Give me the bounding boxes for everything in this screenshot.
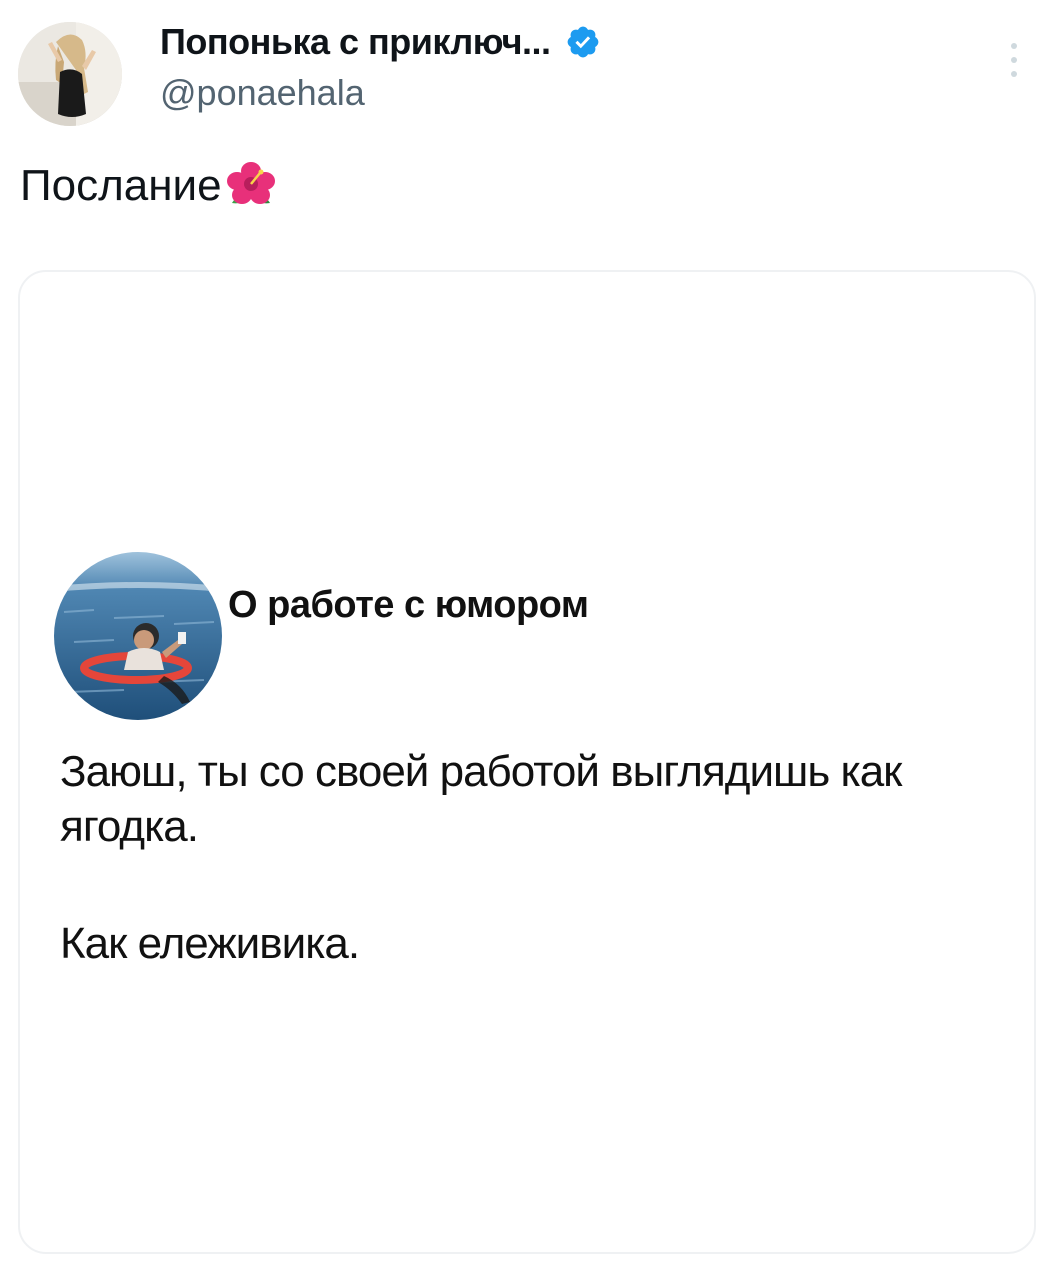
author-display-name[interactable]: Попонька с приключ...: [160, 21, 551, 63]
inner-post-body: Заюш, ты со своей работой выглядишь как …: [60, 744, 1020, 971]
author-name-row: Попонька с приключ...: [160, 18, 601, 66]
author-avatar[interactable]: [18, 22, 122, 126]
tweet-header: Попонька с приключ... @ponaehala: [0, 0, 1058, 140]
inner-post-line-2: Как ележивика.: [60, 919, 360, 968]
author-handle[interactable]: @ponaehala: [160, 72, 365, 114]
media-card[interactable]: О работе с юмором Заюш, ты со своей рабо…: [18, 270, 1036, 1254]
tweet-text-content: Послание: [20, 161, 222, 210]
inner-avatar: [54, 552, 222, 720]
inner-post-title: О работе с юмором: [228, 584, 589, 626]
tweet-text: Послание: [20, 156, 278, 216]
hibiscus-icon: [226, 162, 275, 204]
more-options-icon[interactable]: [1004, 38, 1024, 82]
inner-post-line-1: Заюш, ты со своей работой выглядишь как …: [60, 747, 902, 851]
verified-badge-icon: [567, 26, 598, 58]
